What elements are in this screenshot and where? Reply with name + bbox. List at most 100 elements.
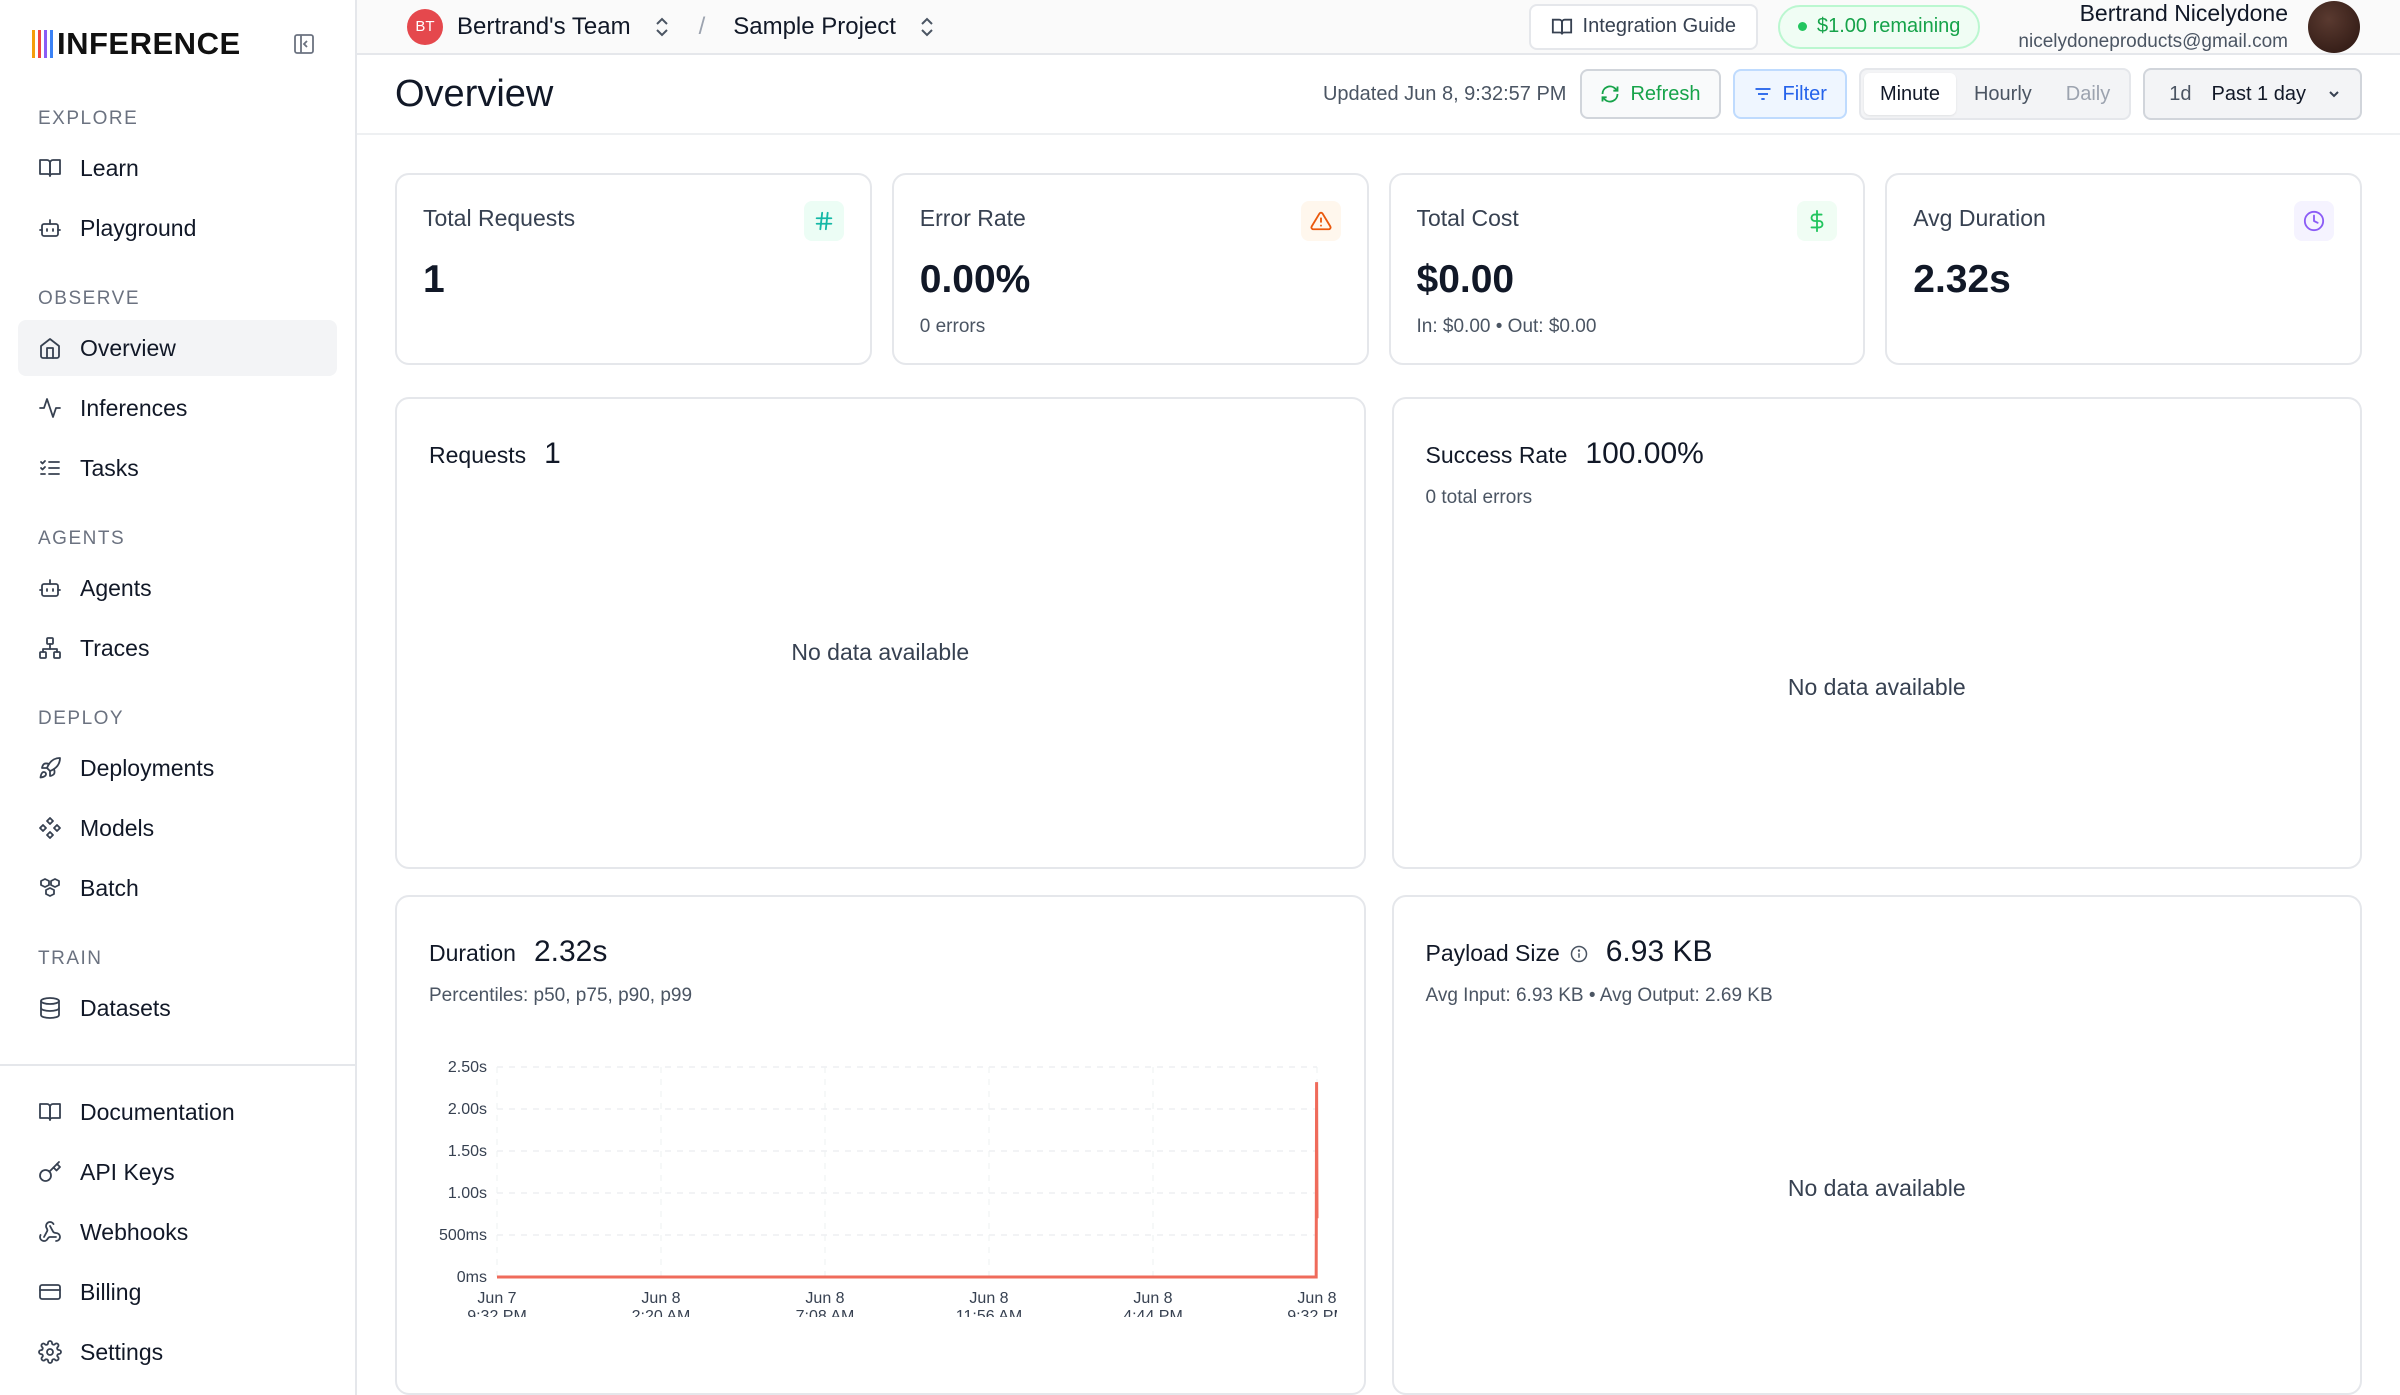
sidebar-item-models[interactable]: Models bbox=[18, 800, 337, 856]
credit-card-icon bbox=[39, 1284, 61, 1300]
topbar: BT Bertrand's Team / Sample Project Inte… bbox=[357, 0, 2400, 55]
nodes-icon bbox=[39, 817, 61, 839]
overview-content: Total Requests 1 Error Rate 0.00% 0 errors To… bbox=[357, 135, 2400, 1395]
activity-icon bbox=[39, 398, 61, 418]
payload-size-sub: Avg Input: 6.93 KB • Avg Output: 2.69 KB bbox=[1425, 985, 1773, 1006]
stat-label: Avg Duration bbox=[1913, 205, 2046, 231]
team-switcher[interactable]: BT Bertrand's Team bbox=[407, 8, 671, 45]
y-tick-label: 2.00s bbox=[448, 1101, 487, 1118]
team-avatar: BT bbox=[407, 8, 443, 45]
user-menu[interactable]: Bertrand Nicelydone nicelydoneproducts@g… bbox=[2018, 0, 2360, 53]
duration-panel: Duration 2.32s Percentiles: p50, p75, p9… bbox=[395, 895, 1366, 1395]
success-rate-sub: 0 total errors bbox=[1425, 487, 1533, 508]
stat-value: 1 bbox=[423, 258, 445, 301]
x-tick-label: Jun 8 7:08 AM bbox=[796, 1290, 855, 1317]
granularity-minute[interactable]: Minute bbox=[1863, 73, 1956, 115]
x-tick-label: Jun 8 11:56 AM bbox=[956, 1290, 1022, 1317]
payload-size-label: Payload Size bbox=[1426, 940, 1588, 967]
robot-icon bbox=[39, 219, 61, 237]
nav-section-header: DEPLOY bbox=[38, 708, 125, 729]
filter-icon bbox=[1755, 88, 1770, 100]
sidebar-item-datasets[interactable]: Datasets bbox=[18, 980, 337, 1036]
sidebar-item-label: API Keys bbox=[80, 1158, 175, 1185]
stat-icon-badge bbox=[1797, 201, 1838, 241]
list-checks-icon bbox=[40, 460, 60, 475]
stat-icon-badge bbox=[1300, 201, 1341, 241]
sidebar-item-tasks[interactable]: Tasks bbox=[18, 440, 337, 496]
refresh-icon bbox=[1602, 85, 1619, 103]
team-name: Bertrand's Team bbox=[457, 12, 631, 40]
metric-panels: Requests 1 No data available Success Rat… bbox=[395, 397, 2362, 1395]
filter-label: Filter bbox=[1782, 82, 1827, 105]
success-rate-label: Success Rate bbox=[1425, 442, 1568, 468]
duration-percentiles: Percentiles: p50, p75, p90, p99 bbox=[429, 985, 693, 1006]
payload-size-value: 6.93 KB bbox=[1605, 935, 1713, 968]
sidebar-item-documentation[interactable]: Documentation bbox=[18, 1084, 337, 1140]
project-switcher[interactable]: Sample Project bbox=[733, 13, 936, 41]
credit-label: $1.00 remaining bbox=[1816, 15, 1961, 37]
sidebar-item-label: Tasks bbox=[80, 454, 139, 481]
sidebar-item-webhooks[interactable]: Webhooks bbox=[18, 1204, 337, 1260]
payload-size-panel: Payload Size 6.93 KB Avg Input: 6.93 KB … bbox=[1391, 895, 2362, 1395]
sidebar-item-label: Traces bbox=[80, 634, 150, 661]
sidebar-item-batch[interactable]: Batch bbox=[18, 860, 337, 916]
sidebar-item-label: Models bbox=[80, 814, 155, 841]
y-tick-label: 2.50s bbox=[448, 1059, 487, 1076]
gear-icon bbox=[38, 1340, 62, 1364]
granularity-daily[interactable]: Daily bbox=[2050, 73, 2126, 115]
integration-guide-label: Integration Guide bbox=[1582, 15, 1736, 37]
book-icon bbox=[1551, 18, 1572, 35]
sidebar-item-api-keys[interactable]: API Keys bbox=[18, 1144, 337, 1200]
sidebar-item-label: Learn bbox=[80, 154, 139, 181]
requests-label: Requests bbox=[429, 442, 527, 468]
sidebar-item-label: Agents bbox=[80, 574, 152, 601]
granularity-toggle: Minute Hourly Daily bbox=[1858, 68, 2132, 120]
duration-series-line[interactable] bbox=[497, 1082, 1319, 1279]
sidebar-item-billing[interactable]: Billing bbox=[18, 1264, 337, 1320]
sidebar-item-label: Batch bbox=[80, 874, 139, 901]
home-icon bbox=[40, 338, 60, 359]
stat-value: 0.00% bbox=[919, 258, 1031, 301]
database-icon bbox=[40, 997, 60, 1019]
sidebar: INFERENCE EXPLORE Learn Playground OBSERVE O… bbox=[0, 0, 357, 1395]
y-tick-label: 500ms bbox=[439, 1227, 487, 1244]
warning-icon bbox=[1310, 211, 1331, 231]
credit-badge[interactable]: $1.00 remaining bbox=[1777, 4, 1981, 49]
sidebar-item-playground[interactable]: Playground bbox=[18, 200, 337, 256]
time-range-select[interactable]: 1d Past 1 day bbox=[2143, 68, 2362, 120]
logo-row: INFERENCE bbox=[0, 0, 355, 88]
sidebar-item-learn[interactable]: Learn bbox=[18, 140, 337, 196]
sidebar-item-traces[interactable]: Traces bbox=[18, 620, 337, 676]
payload-size-text: Payload Size bbox=[1425, 940, 1560, 966]
webhook-icon bbox=[39, 1221, 61, 1242]
page-header: Overview Updated Jun 8, 9:32:57 PM Refre… bbox=[357, 55, 2400, 135]
sidebar-collapse-icon[interactable] bbox=[291, 31, 317, 57]
sidebar-item-deployments[interactable]: Deployments bbox=[18, 740, 337, 796]
nav-section-header: EXPLORE bbox=[38, 108, 139, 129]
sidebar-item-label: Inferences bbox=[80, 394, 188, 421]
logo[interactable]: INFERENCE bbox=[32, 26, 241, 62]
key-icon bbox=[39, 1161, 61, 1182]
sidebar-item-label: Billing bbox=[80, 1278, 142, 1305]
x-tick-label: Jun 7 9:32 PM bbox=[467, 1290, 527, 1317]
duration-value: 2.32s bbox=[533, 935, 608, 968]
sidebar-item-agents[interactable]: Agents bbox=[18, 560, 337, 616]
range-short: 1d bbox=[2169, 82, 2192, 105]
breadcrumb-separator: / bbox=[698, 12, 706, 40]
success-rate-value: 100.00% bbox=[1585, 437, 1704, 470]
main-area: BT Bertrand's Team / Sample Project Inte… bbox=[357, 0, 2400, 1395]
nav-section-header: AGENTS bbox=[38, 528, 126, 549]
integration-guide-button[interactable]: Integration Guide bbox=[1528, 3, 1758, 50]
info-icon[interactable] bbox=[1570, 945, 1588, 963]
duration-chart[interactable]: 0ms 500ms 1.00s 1.50s 2.00s 2.50s Jun 7 9:32 PM… bbox=[417, 1047, 1337, 1317]
granularity-hourly[interactable]: Hourly bbox=[1958, 73, 2048, 115]
stat-card-total-requests: Total Requests 1 bbox=[395, 173, 872, 365]
sidebar-item-settings[interactable]: Settings bbox=[18, 1324, 337, 1380]
filter-button[interactable]: Filter bbox=[1732, 69, 1847, 119]
sidebar-item-inferences[interactable]: Inferences bbox=[18, 380, 337, 436]
avatar[interactable] bbox=[2308, 0, 2360, 53]
boxes-icon bbox=[40, 878, 60, 897]
sidebar-item-overview[interactable]: Overview bbox=[18, 320, 337, 376]
refresh-button[interactable]: Refresh bbox=[1580, 69, 1721, 119]
duration-label: Duration bbox=[429, 940, 516, 966]
